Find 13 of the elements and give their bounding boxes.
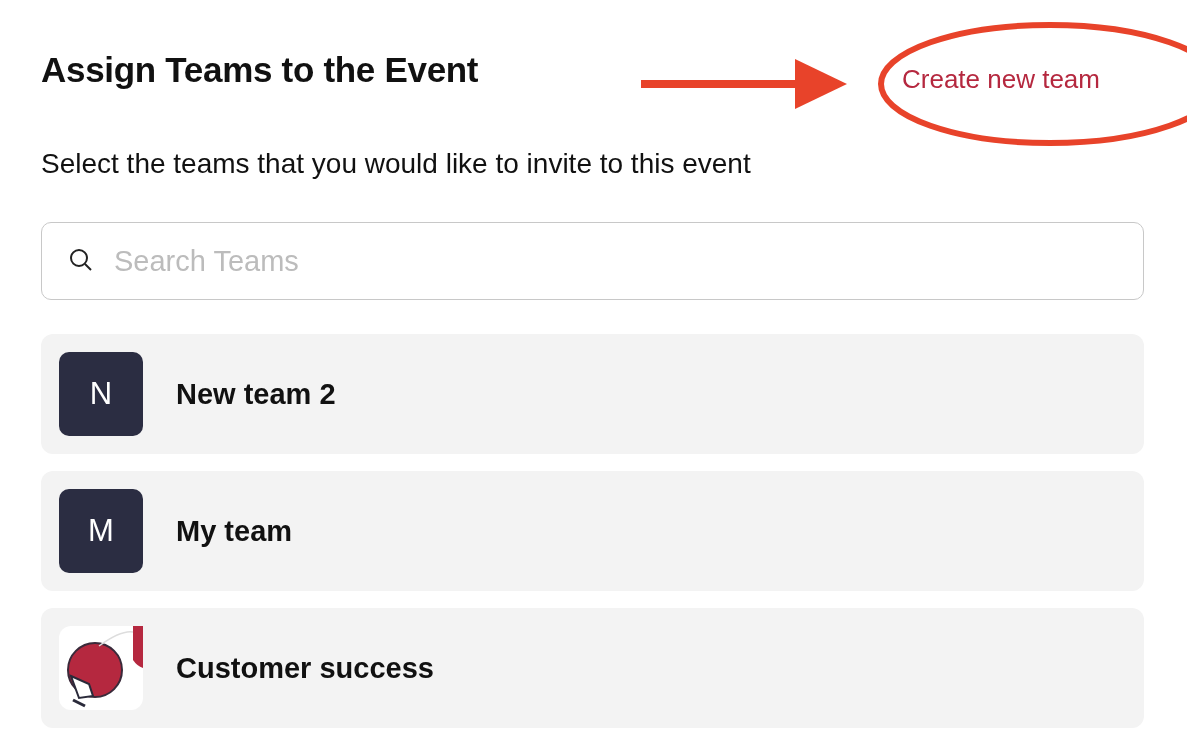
search-field[interactable]: Search Teams <box>41 222 1144 300</box>
team-name: My team <box>176 514 293 548</box>
page-title: Assign Teams to the Event <box>41 50 479 90</box>
team-avatar: N <box>59 352 143 436</box>
team-name: Customer success <box>176 651 434 685</box>
team-row[interactable]: N New team 2 <box>41 334 1144 454</box>
team-row[interactable]: M My team <box>41 471 1144 591</box>
team-row[interactable]: Customer success <box>41 608 1144 728</box>
search-icon <box>68 247 94 273</box>
team-avatar: M <box>59 489 143 573</box>
create-team-link[interactable]: Create new team <box>902 64 1100 95</box>
team-name: New team 2 <box>176 377 336 411</box>
instruction-text: Select the teams that you would like to invite to this event <box>41 147 751 180</box>
